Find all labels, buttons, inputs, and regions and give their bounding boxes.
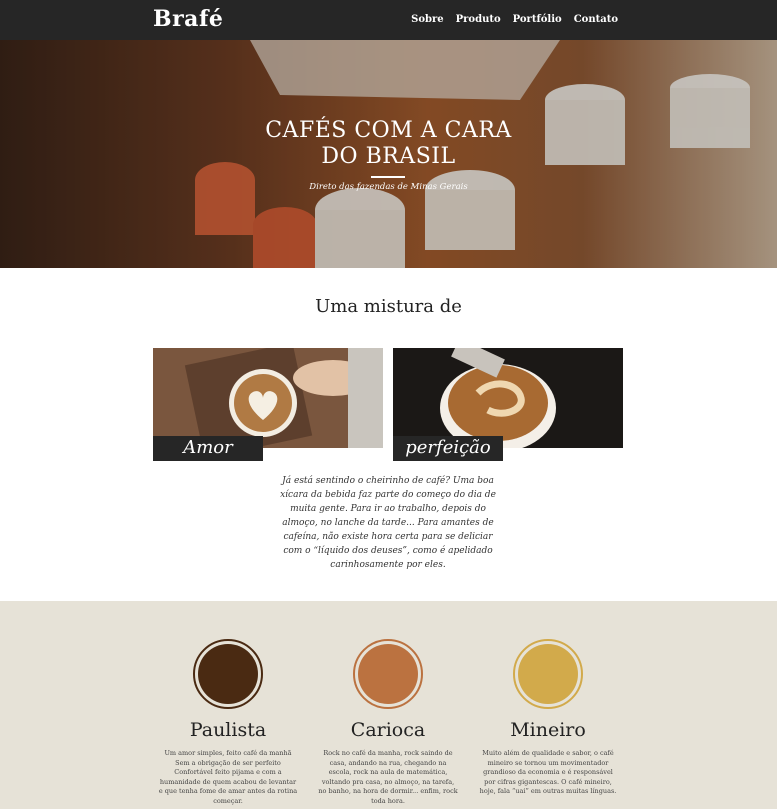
variety-mineiro: Mineiro Muito além de qualidade e sabor,… [478, 639, 618, 797]
mix-image-latte-art [153, 348, 383, 448]
mix-paragraph: Já está sentindo o cheirinho de café? Um… [280, 476, 496, 570]
hero-title-line1: CAFÉS COM A CARA [265, 118, 512, 143]
brand-logo[interactable]: Brafé [153, 6, 223, 32]
variety-description: Um amor simples, feito café da manhã Sem… [158, 749, 298, 805]
main-nav: Sobre Produto Portfólio Contato [411, 14, 618, 25]
nav-link-produto[interactable]: Produto [456, 14, 501, 25]
mix-heading: Uma mistura de [315, 296, 462, 317]
variety-name: Paulista [189, 719, 267, 741]
variety-carioca: Carioca Rock no café da manha, rock sain… [318, 639, 458, 806]
nav-link-portfolio[interactable]: Portfólio [513, 14, 562, 25]
coffee-varieties-section: Paulista Um amor simples, feito café da … [0, 601, 777, 809]
latte-heart-image [153, 348, 383, 448]
color-swatch-paulista [193, 639, 263, 709]
color-swatch-carioca [353, 639, 423, 709]
variety-description: Muito além de qualidade e sabor, o café … [479, 749, 617, 795]
hero-subtitle: Direto das fazendas de Minas Gerais [309, 182, 468, 192]
nav-link-sobre[interactable]: Sobre [411, 14, 444, 25]
top-navbar: Brafé Sobre Produto Portfólio Contato [0, 0, 777, 40]
hero-divider [371, 176, 405, 178]
pouring-coffee-image [393, 348, 623, 448]
mix-label-perfeicao: perfeição [393, 436, 503, 461]
variety-name: Carioca [350, 719, 426, 741]
variety-description: Rock no café da manha, rock saindo de ca… [318, 749, 458, 805]
hero-title: CAFÉS COM A CARA DO BRASIL [0, 118, 777, 170]
hero-banner: CAFÉS COM A CARA DO BRASIL Direto das fa… [0, 40, 777, 268]
color-swatch-paulista-fill [198, 644, 258, 704]
variety-paulista: Paulista Um amor simples, feito café da … [158, 639, 298, 806]
mix-label-amor: Amor [153, 436, 263, 461]
nav-link-contato[interactable]: Contato [574, 14, 618, 25]
color-swatch-mineiro-fill [518, 644, 578, 704]
hero-title-line2: DO BRASIL [321, 144, 456, 169]
variety-name: Mineiro [510, 719, 586, 741]
color-swatch-carioca-fill [358, 644, 418, 704]
mix-image-pour-coffee [393, 348, 623, 448]
color-swatch-mineiro [513, 639, 583, 709]
